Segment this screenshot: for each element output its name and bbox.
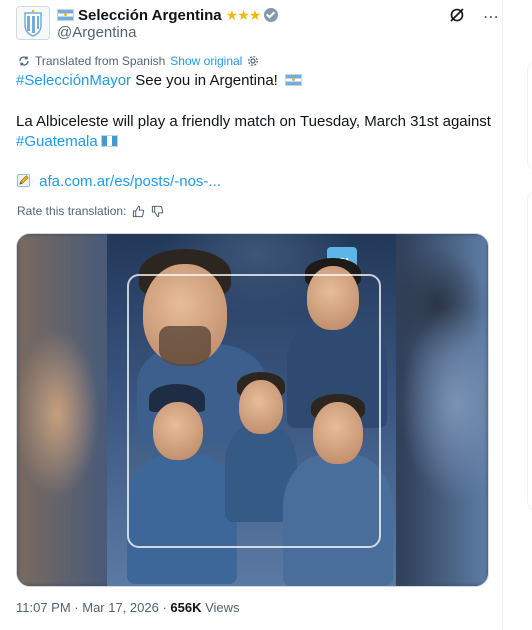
tweet-time[interactable]: 11:07 PM (16, 600, 71, 615)
photo-panel: AFA (107, 234, 396, 586)
more-icon[interactable]: ⋯ (483, 9, 499, 26)
thumbs-up-icon[interactable] (132, 205, 145, 218)
rate-translation-label: Rate this translation: (17, 204, 127, 218)
article-link[interactable]: afa.com.ar/es/posts/-nos-... (39, 173, 221, 190)
rate-translation-bar: Rate this translation: (17, 204, 164, 218)
right-sidebar (503, 0, 532, 630)
tweet-text-line-1: #SelecciónMayor See you in Argentina! (16, 71, 303, 91)
tweet-link-line: afa.com.ar/es/posts/-nos-... (16, 172, 221, 192)
tweet-metadata: 11:07 PM · Mar 17, 2026 · 656K Views (16, 598, 240, 618)
sidebar-card (527, 60, 532, 172)
tweet-media-image[interactable]: AFA (16, 233, 489, 587)
tweet-text-line-3: #Guatemala (16, 132, 118, 152)
account-handle[interactable]: @Argentina (57, 24, 136, 41)
tweet-text-line-2: La Albiceleste will play a friendly matc… (16, 113, 491, 130)
translate-icon (19, 56, 29, 66)
tweet-text-greeting: See you in Argentina! (131, 72, 278, 89)
views-label: Views (201, 600, 240, 615)
meta-separator: · (70, 600, 83, 615)
hashtag-guatemala[interactable]: #Guatemala (16, 133, 98, 150)
thumbs-down-icon[interactable] (151, 205, 164, 218)
account-avatar[interactable] (16, 6, 50, 40)
hashtag-seleccion-mayor[interactable]: #SelecciónMayor (16, 72, 131, 89)
verified-badge-icon[interactable] (264, 8, 279, 22)
display-name[interactable]: Selección Argentina (78, 7, 222, 24)
tweet-card: Selección Argentina ★★★ @Argentina ⋯ Tra… (0, 0, 503, 630)
tweet-actions-top: ⋯ (449, 7, 499, 28)
tweet-date[interactable]: Mar 17, 2026 (82, 600, 159, 615)
meta-separator: · (158, 600, 171, 615)
afa-crest-icon (17, 7, 49, 39)
sidebar-card (527, 190, 532, 512)
show-original-link[interactable]: Show original (170, 54, 242, 68)
grok-icon[interactable] (449, 7, 465, 28)
gear-icon[interactable] (247, 55, 259, 67)
pencil-icon (16, 173, 31, 188)
translated-label: Translated from Spanish (35, 54, 166, 68)
image-frame-outline (127, 274, 381, 548)
stars-badge: ★★★ (225, 6, 262, 23)
guatemala-flag-icon (100, 135, 118, 147)
argentina-flag-icon (57, 9, 74, 21)
translation-bar: Translated from Spanish Show original (18, 54, 259, 68)
account-name-row: Selección Argentina ★★★ (57, 6, 279, 24)
views-count: 656K (170, 600, 202, 615)
argentina-flag-icon (285, 74, 303, 86)
